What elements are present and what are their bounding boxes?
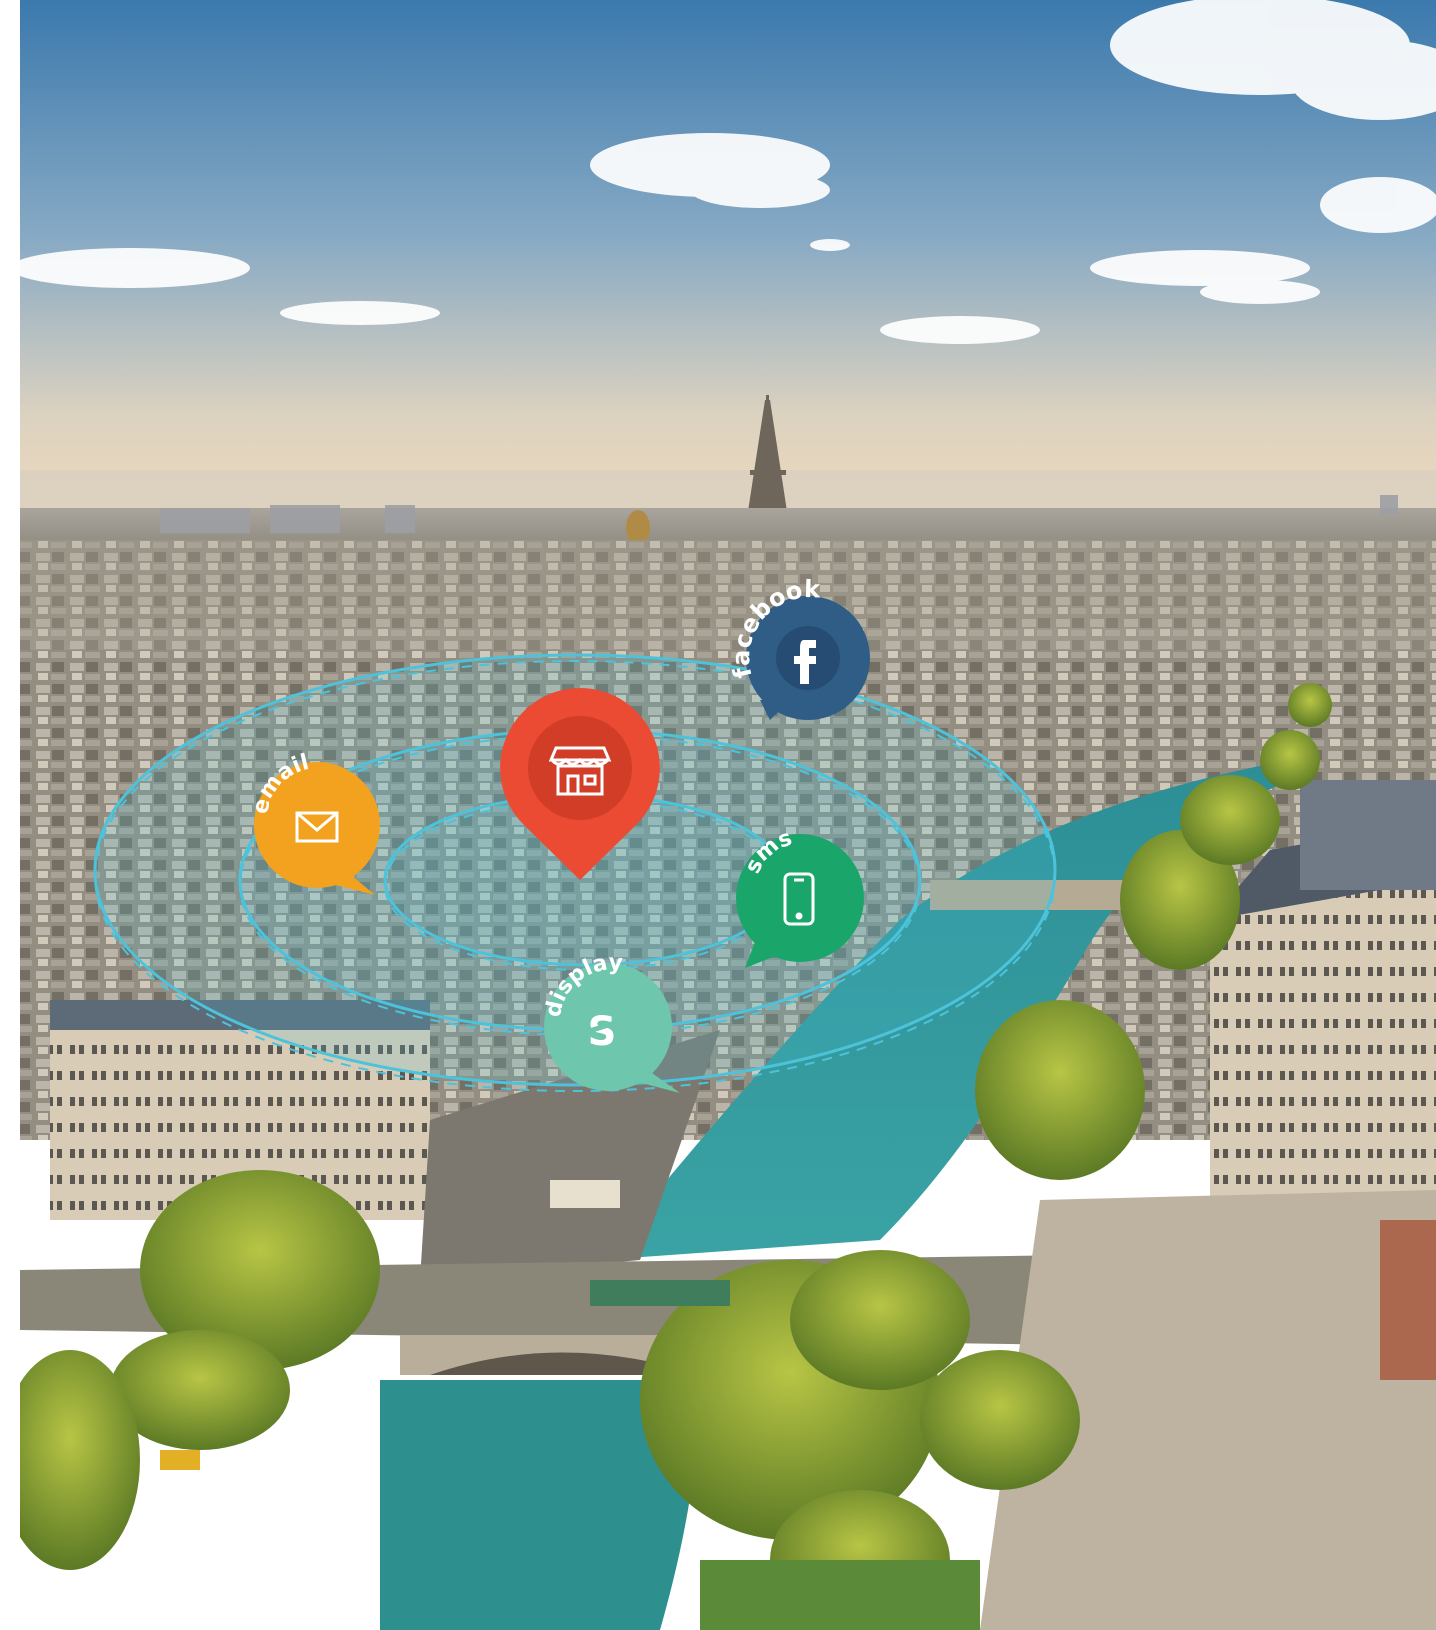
paris-aerial-scene: facebook email sms S display [20,0,1436,1630]
